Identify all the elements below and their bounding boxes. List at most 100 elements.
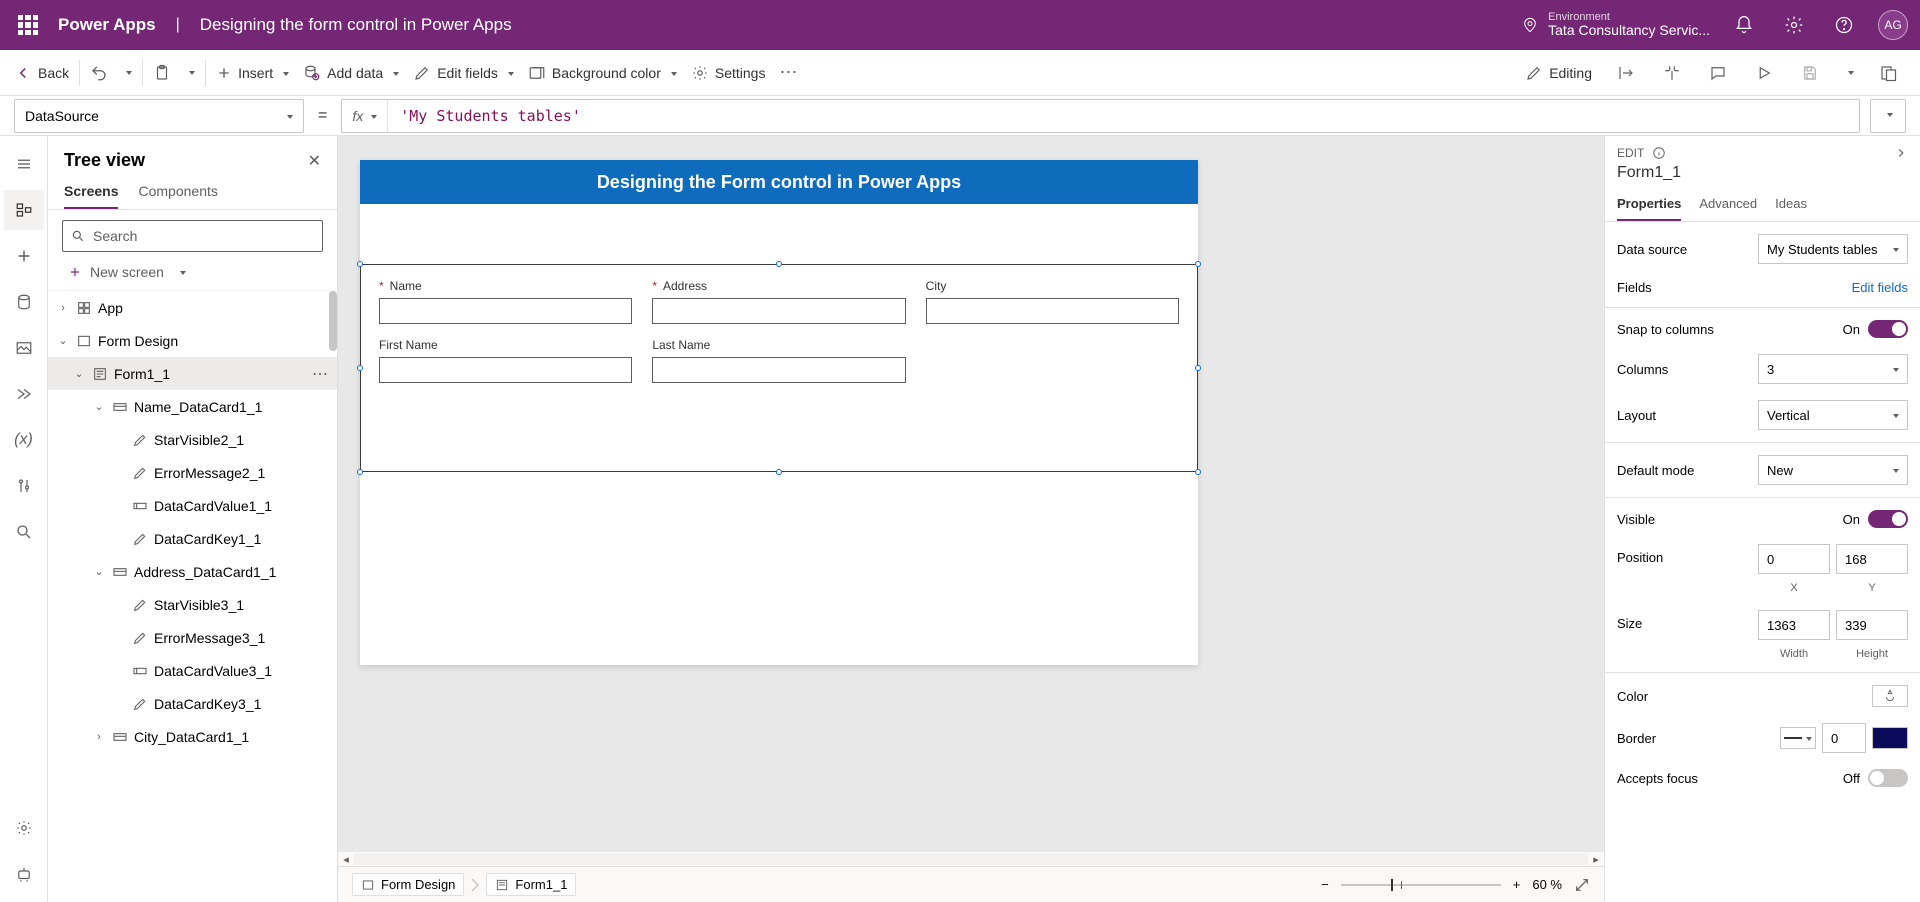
- rail-tree-view[interactable]: [4, 190, 44, 230]
- add-data-button[interactable]: Add data: [299, 60, 403, 86]
- tree-node[interactable]: DataCardValue1_1: [48, 489, 337, 522]
- editing-mode[interactable]: Editing: [1521, 60, 1596, 86]
- bg-color-button[interactable]: Background color: [524, 60, 681, 86]
- tree-node[interactable]: StarVisible2_1: [48, 423, 337, 456]
- resize-handle[interactable]: [1195, 365, 1201, 371]
- waffle-icon[interactable]: [12, 9, 44, 41]
- field-lastname[interactable]: Last Name: [652, 338, 905, 383]
- layout-select[interactable]: Vertical: [1758, 400, 1908, 430]
- rail-media[interactable]: [4, 328, 44, 368]
- resize-handle[interactable]: [357, 261, 363, 267]
- collapse-icon[interactable]: [1894, 146, 1908, 160]
- rail-virtual-agent[interactable]: [4, 854, 44, 894]
- node-more-icon[interactable]: ⋯: [312, 364, 329, 384]
- border-width-input[interactable]: [1822, 723, 1866, 753]
- publish-icon[interactable]: [1872, 57, 1904, 89]
- tree-node[interactable]: DataCardValue3_1: [48, 654, 337, 687]
- help-icon[interactable]: [1828, 9, 1860, 41]
- tab-components[interactable]: Components: [138, 183, 217, 209]
- avatar[interactable]: AG: [1878, 10, 1908, 40]
- property-selector[interactable]: DataSource: [14, 99, 304, 133]
- paste-dropdown[interactable]: [181, 67, 199, 79]
- scroll-right-icon[interactable]: ▸: [1588, 853, 1604, 866]
- tab-screens[interactable]: Screens: [64, 183, 118, 209]
- rail-data[interactable]: [4, 282, 44, 322]
- tab-advanced[interactable]: Advanced: [1699, 190, 1757, 221]
- more-commands[interactable]: ⋯: [775, 58, 801, 87]
- zoom-in-button[interactable]: +: [1513, 877, 1521, 892]
- resize-handle[interactable]: [357, 469, 363, 475]
- resize-handle[interactable]: [776, 261, 782, 267]
- undo-button[interactable]: [86, 60, 112, 86]
- tree-close-icon[interactable]: ✕: [308, 151, 321, 171]
- tab-ideas[interactable]: Ideas: [1775, 190, 1807, 221]
- zoom-out-button[interactable]: −: [1321, 877, 1329, 892]
- tab-properties[interactable]: Properties: [1617, 190, 1681, 221]
- info-icon[interactable]: [1652, 146, 1666, 160]
- tree-node[interactable]: ErrorMessage2_1: [48, 456, 337, 489]
- formula-expand[interactable]: [1870, 99, 1906, 133]
- border-style-select[interactable]: [1780, 727, 1816, 749]
- height-input[interactable]: [1836, 610, 1908, 640]
- paste-button[interactable]: [149, 60, 175, 86]
- snap-toggle[interactable]: [1868, 320, 1908, 338]
- formula-input[interactable]: 'My Students tables': [388, 107, 1859, 125]
- accepts-focus-toggle[interactable]: [1868, 769, 1908, 787]
- save-dropdown[interactable]: [1840, 67, 1858, 79]
- position-x-input[interactable]: [1758, 544, 1830, 574]
- color-picker[interactable]: [1872, 685, 1908, 707]
- tree-node-app[interactable]: › App: [48, 291, 337, 324]
- width-input[interactable]: [1758, 610, 1830, 640]
- environment-picker[interactable]: Environment Tata Consultancy Servic...: [1522, 11, 1710, 38]
- settings-button[interactable]: Settings: [687, 60, 770, 86]
- firstname-input[interactable]: [379, 357, 632, 383]
- tree-node-datacard[interactable]: ⌄ Address_DataCard1_1: [48, 555, 337, 588]
- field-city[interactable]: City: [926, 279, 1179, 324]
- rail-insert[interactable]: [4, 236, 44, 276]
- tree-node[interactable]: StarVisible3_1: [48, 588, 337, 621]
- tree-node-form[interactable]: ⌄ Form1_1 ⋯: [48, 357, 337, 390]
- settings-icon[interactable]: [1778, 9, 1810, 41]
- columns-select[interactable]: 3: [1758, 354, 1908, 384]
- tree-node[interactable]: DataCardKey1_1: [48, 522, 337, 555]
- resize-handle[interactable]: [1195, 261, 1201, 267]
- rail-hamburger[interactable]: [4, 144, 44, 184]
- play-icon[interactable]: [1748, 57, 1780, 89]
- insert-button[interactable]: Insert: [212, 61, 293, 85]
- resize-handle[interactable]: [357, 365, 363, 371]
- address-input[interactable]: [652, 298, 905, 324]
- new-screen-button[interactable]: New screen: [48, 262, 337, 290]
- back-button[interactable]: Back: [10, 60, 73, 86]
- field-name[interactable]: *Name: [379, 279, 632, 324]
- tree-node[interactable]: DataCardKey3_1: [48, 687, 337, 720]
- notifications-icon[interactable]: [1728, 9, 1760, 41]
- scroll-left-icon[interactable]: ◂: [338, 853, 354, 866]
- border-color-swatch[interactable]: [1872, 727, 1908, 749]
- tree-scrollbar[interactable]: [329, 291, 337, 351]
- resize-handle[interactable]: [776, 469, 782, 475]
- fx-icon[interactable]: fx: [342, 100, 388, 132]
- default-mode-select[interactable]: New: [1758, 455, 1908, 485]
- comments-icon[interactable]: [1702, 57, 1734, 89]
- field-firstname[interactable]: First Name: [379, 338, 632, 383]
- rail-search[interactable]: [4, 512, 44, 552]
- position-y-input[interactable]: [1836, 544, 1908, 574]
- visible-toggle[interactable]: [1868, 510, 1908, 528]
- share-icon[interactable]: [1610, 57, 1642, 89]
- app-canvas[interactable]: Designing the Form control in Power Apps…: [360, 160, 1198, 665]
- tree-node-datacard[interactable]: ⌄ Name_DataCard1_1: [48, 390, 337, 423]
- data-source-select[interactable]: My Students tables: [1758, 234, 1908, 264]
- resize-handle[interactable]: [1195, 469, 1201, 475]
- tree-node[interactable]: ErrorMessage3_1: [48, 621, 337, 654]
- breadcrumb-screen[interactable]: Form Design: [352, 873, 464, 896]
- canvas-horizontal-scroll[interactable]: ◂ ▸: [338, 852, 1604, 866]
- tree-node-datacard[interactable]: › City_DataCard1_1: [48, 720, 337, 753]
- city-input[interactable]: [926, 298, 1179, 324]
- zoom-slider[interactable]: [1341, 884, 1501, 886]
- field-address[interactable]: *Address: [652, 279, 905, 324]
- name-input[interactable]: [379, 298, 632, 324]
- search-input[interactable]: Search: [62, 220, 323, 252]
- checker-icon[interactable]: [1656, 57, 1688, 89]
- lastname-input[interactable]: [652, 357, 905, 383]
- rail-tools[interactable]: [4, 466, 44, 506]
